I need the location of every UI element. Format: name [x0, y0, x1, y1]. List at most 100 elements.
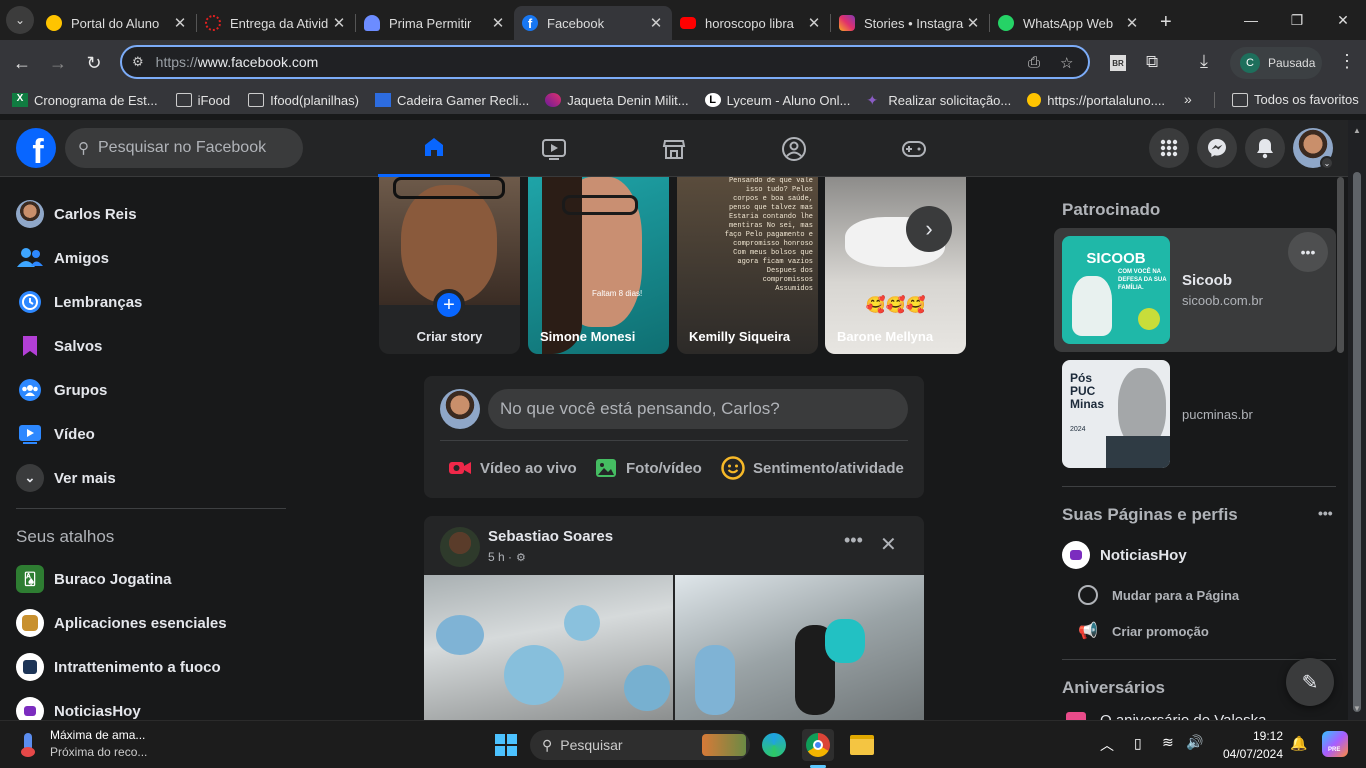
close-tab-icon[interactable]: ✕ [490, 14, 506, 32]
menu-grid-icon[interactable] [1149, 128, 1189, 168]
file-explorer-icon[interactable] [846, 729, 878, 761]
ad-more-icon[interactable]: ••• [1288, 232, 1328, 272]
close-window-icon[interactable]: ✕ [1320, 0, 1366, 40]
wifi-icon[interactable]: ≋ [1162, 734, 1174, 751]
sidebar-item-profile[interactable]: Carlos Reis [8, 192, 298, 236]
bookmark-cronograma[interactable]: X Cronograma de Est... [12, 93, 158, 108]
download-icon[interactable]: ⤓ [1200, 51, 1208, 72]
tab-whatsapp[interactable]: WhatsApp Web ✕ [990, 6, 1148, 40]
copilot-icon[interactable]: PRE [1322, 731, 1348, 757]
close-tab-icon[interactable]: ✕ [648, 14, 664, 32]
tab-facebook[interactable]: f Facebook ✕ [514, 6, 672, 40]
clock-date[interactable]: 04/07/2024 [1210, 747, 1283, 761]
ad-sicoob[interactable]: SICOOB COM VOCÊ NA DEFESA DA SUA FAMÍLIA… [1054, 228, 1336, 352]
volume-icon[interactable]: 🔊 [1186, 734, 1203, 751]
all-favorites[interactable]: Todos os favoritos [1232, 92, 1359, 107]
facebook-search-input[interactable]: ⚲ Pesquisar no Facebook [65, 128, 303, 168]
post-time[interactable]: 5 h · [488, 550, 512, 564]
extensions-puzzle-icon[interactable]: ⧉ [1146, 52, 1158, 72]
create-story-plus-icon[interactable]: + [433, 289, 465, 321]
post-author[interactable]: Sebastiao Soares [488, 528, 613, 545]
tab-instagram[interactable]: Stories • Instagra ✕ [831, 6, 989, 40]
account-chevron-icon[interactable]: ⌄ [1320, 156, 1334, 170]
profile-chip[interactable]: C Pausada [1230, 47, 1322, 79]
usb-icon[interactable]: ▯ [1134, 735, 1142, 752]
scrollbar-thumb[interactable] [1353, 172, 1361, 712]
nav-video-icon[interactable] [498, 120, 610, 177]
sidebar-item-memories[interactable]: Lembranças [8, 280, 298, 324]
bookmark-ifood-planilhas[interactable]: Ifood(planilhas) [248, 93, 359, 108]
chrome-icon[interactable] [802, 729, 834, 761]
post-photo-left[interactable] [424, 575, 673, 720]
url-input[interactable]: ⚙ https://www.facebook.com ⎙ ☆ [120, 45, 1090, 79]
more-bookmarks-icon[interactable]: » [1184, 91, 1192, 107]
bookmark-cadeira[interactable]: Cadeira Gamer Recli... [374, 93, 529, 108]
live-video-button[interactable]: Vídeo ao vivo [448, 456, 577, 480]
facebook-logo-icon[interactable]: f [16, 128, 56, 168]
notifications-bell-icon[interactable] [1245, 128, 1285, 168]
bookmark-jaqueta[interactable]: Jaqueta Denin Milit... [545, 93, 689, 108]
nav-gaming-icon[interactable] [858, 120, 970, 177]
edge-icon[interactable] [758, 729, 790, 761]
browser-scrollbar[interactable]: ▲ ▼ [1348, 120, 1366, 720]
create-promotion-link[interactable]: 📢 Criar promoção [1054, 613, 1336, 649]
story-kemilly[interactable]: Pensando de que vale isso tudo? Pelos co… [677, 177, 818, 354]
stories-next-chevron-icon[interactable]: › [906, 206, 952, 252]
close-tab-icon[interactable]: ✕ [806, 14, 822, 32]
post-close-icon[interactable]: ✕ [880, 532, 897, 557]
bookmark-ifood[interactable]: iFood [175, 93, 230, 108]
weather-title[interactable]: Máxima de ama... [50, 728, 145, 742]
extension-br-icon[interactable]: BR [1110, 55, 1126, 71]
close-tab-icon[interactable]: ✕ [1124, 14, 1140, 32]
bookmark-portalaluno[interactable]: https://portalaluno.... [1027, 93, 1165, 108]
sidebar-item-groups[interactable]: Grupos [8, 368, 298, 412]
reload-icon[interactable]: ↻ [76, 45, 112, 81]
switch-page-link[interactable]: Mudar para a Página [1054, 577, 1336, 613]
browser-menu-icon[interactable]: ⋮ [1338, 51, 1356, 72]
shortcut-aplicaciones[interactable]: Aplicaciones esenciales [8, 601, 298, 645]
sidebar-item-see-more[interactable]: ⌄ Ver mais [8, 456, 298, 500]
close-tab-icon[interactable]: ✕ [965, 14, 981, 32]
scroll-up-icon[interactable]: ▲ [1353, 126, 1361, 135]
minimize-icon[interactable]: — [1228, 0, 1274, 40]
back-icon[interactable]: ← [4, 45, 40, 81]
tab-search-button[interactable]: ⌄ [6, 6, 34, 34]
windows-start-icon[interactable] [490, 729, 522, 761]
show-hidden-icons-icon[interactable]: ︿ [1100, 735, 1114, 755]
tab-horoscopo[interactable]: horoscopo libra ✕ [672, 6, 830, 40]
sidebar-item-saved[interactable]: Salvos [8, 324, 298, 368]
ad-pucminas[interactable]: Pós PUC Minas 2024 pucminas.br [1054, 352, 1336, 476]
post-more-icon[interactable]: ••• [844, 530, 863, 551]
close-tab-icon[interactable]: ✕ [331, 14, 347, 32]
forward-icon[interactable]: → [40, 45, 76, 81]
notification-bell-icon[interactable]: 🔔 [1290, 735, 1307, 752]
site-info-icon[interactable]: ⚙ [132, 54, 144, 70]
shortcut-intrattenimento[interactable]: Intrattenimento a fuoco [8, 645, 298, 689]
nav-home-icon[interactable] [378, 120, 490, 177]
pages-more-icon[interactable]: ••• [1318, 505, 1333, 521]
story-simone[interactable]: Faltam 8 dias! Simone Monesi [528, 177, 669, 354]
composer-input[interactable]: No que você está pensando, Carlos? [488, 389, 908, 429]
sidebar-item-friends[interactable]: Amigos [8, 236, 298, 280]
bookmark-star-icon[interactable]: ☆ [1060, 54, 1073, 72]
tab-prima-permitir[interactable]: Prima Permitir ✕ [356, 6, 514, 40]
bookmark-realizar[interactable]: ✦ Realizar solicitação... [866, 93, 1011, 108]
post-photo-right[interactable] [675, 575, 924, 720]
sidebar-item-video[interactable]: Vídeo [8, 412, 298, 456]
avatar[interactable] [440, 527, 480, 567]
weather-subtitle[interactable]: Próxima do reco... [50, 745, 147, 759]
taskbar-search[interactable]: ⚲ Pesquisar [530, 730, 750, 760]
tab-portal-do-aluno[interactable]: Portal do Aluno ✕ [38, 6, 196, 40]
restore-icon[interactable]: ❐ [1274, 0, 1320, 40]
story-barone[interactable]: 🥰🥰🥰 Barone Mellyna [825, 177, 966, 354]
nav-marketplace-icon[interactable] [618, 120, 730, 177]
bookmark-lyceum[interactable]: L Lyceum - Aluno Onl... [704, 93, 850, 108]
scroll-down-icon[interactable]: ▼ [1353, 704, 1361, 713]
clock-time[interactable]: 19:12 [1221, 729, 1283, 743]
photo-video-button[interactable]: Foto/vídeo [594, 456, 702, 480]
close-tab-icon[interactable]: ✕ [172, 14, 188, 32]
feeling-button[interactable]: Sentimento/atividade [721, 456, 904, 480]
nav-groups-icon[interactable] [738, 120, 850, 177]
new-tab-icon[interactable]: + [1160, 11, 1172, 34]
install-app-icon[interactable]: ⎙ [1028, 54, 1040, 71]
